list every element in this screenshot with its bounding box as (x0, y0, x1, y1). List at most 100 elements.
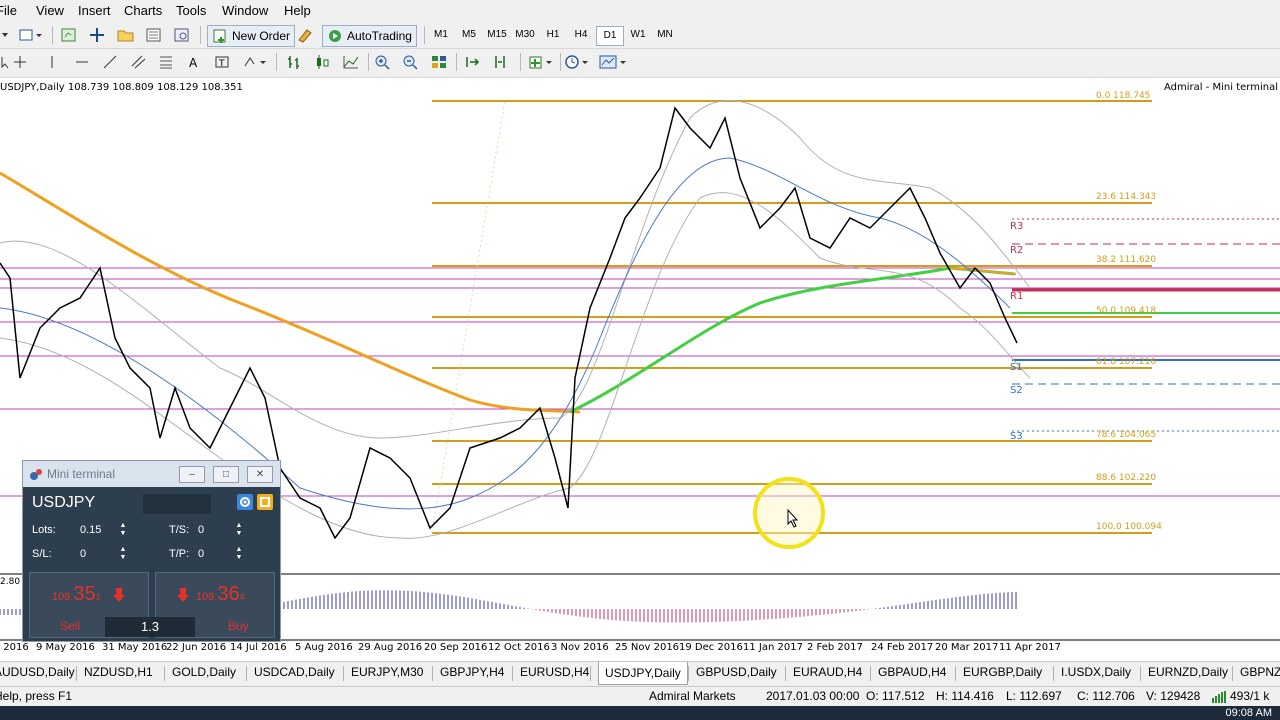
bar-chart-icon[interactable] (286, 52, 304, 72)
new-order-button[interactable]: New Order (207, 25, 296, 47)
timeframe-d1[interactable]: D1 (596, 26, 624, 46)
mini-terminal-app-icon (30, 469, 42, 480)
chart-tab[interactable]: AUDUSD,Daily (0, 665, 75, 679)
profiles-icon[interactable] (18, 25, 44, 45)
timeframe-m15[interactable]: M15 (484, 26, 510, 44)
timeframe-h4[interactable]: H4 (568, 26, 594, 44)
chart-tab[interactable]: EURAUD,H4 (793, 665, 862, 679)
trendline-icon[interactable] (102, 52, 118, 72)
crosshair-move-icon[interactable] (88, 25, 106, 45)
date-label: 19 Dec 2016 (679, 642, 743, 653)
sl-stepper-icon[interactable]: ▲ ▼ (119, 546, 127, 562)
chart-tab[interactable]: EURGBP,Daily (963, 665, 1042, 679)
strategy-tester-icon[interactable] (173, 25, 191, 45)
menu-charts[interactable]: Charts (124, 3, 162, 18)
channel-icon[interactable] (130, 52, 146, 72)
navigator-icon[interactable] (145, 25, 163, 45)
ts-input[interactable]: 0 (195, 522, 236, 538)
line-chart-icon[interactable] (342, 52, 360, 72)
tp-input[interactable]: 0 (195, 546, 236, 562)
timeframe-m5[interactable]: M5 (456, 26, 482, 44)
candlestick-icon[interactable] (314, 52, 332, 72)
date-label: 11 Jan 2017 (743, 642, 803, 653)
zoom-in-icon[interactable] (374, 52, 392, 72)
menu-help[interactable]: Help (284, 3, 311, 18)
chart-tab[interactable]: EURNZD,Daily (1148, 665, 1228, 679)
autotrading-button[interactable]: AutoTrading (322, 25, 417, 47)
chart-tab[interactable]: USDCAD,Daily (254, 665, 335, 679)
text-label-icon[interactable]: T (214, 52, 230, 72)
fib-label-23: 23.6 114.343 (1096, 192, 1157, 202)
auto-scroll-icon[interactable] (464, 52, 482, 72)
timeframe-m30[interactable]: M30 (512, 26, 538, 44)
chart-shift-icon[interactable] (492, 52, 510, 72)
chart-tab[interactable]: EURUSD,H4 (520, 665, 589, 679)
fibonacci-icon[interactable] (158, 52, 174, 72)
lots-stepper-icon[interactable]: ▲ ▼ (119, 522, 127, 538)
moving-average-orange (0, 171, 581, 414)
date-label: 31 May 2016 (102, 642, 168, 653)
arrow-icon[interactable] (0, 25, 10, 45)
menu-insert[interactable]: Insert (78, 3, 111, 18)
lots-label: Lots: (32, 524, 56, 536)
date-label: 20 Sep 2016 (424, 642, 488, 653)
chart-tab[interactable]: NZDUSD,H1 (84, 665, 153, 679)
maximize-button[interactable]: □ (213, 466, 239, 483)
timeframe-mn[interactable]: MN (652, 26, 678, 44)
lots-input[interactable]: 0.15 (77, 522, 118, 538)
tile-windows-icon[interactable] (430, 52, 448, 72)
moving-average-orange-tail (949, 267, 1017, 275)
fib-label-88: 88.6 102.220 (1096, 473, 1157, 483)
shapes-dropdown-icon[interactable] (242, 52, 268, 72)
zoom-out-icon[interactable] (402, 52, 420, 72)
date-label: 3 Nov 2016 (551, 642, 609, 653)
volume-input[interactable]: 1.3 (105, 617, 195, 637)
status-close: C: 112.706 (1077, 689, 1135, 703)
menu-tools[interactable]: Tools (176, 3, 206, 18)
new-chart-icon[interactable] (60, 25, 78, 45)
vertical-line-icon[interactable] (44, 52, 60, 72)
chart-tab[interactable]: GBPAUD,H4 (878, 665, 946, 679)
templates-dropdown-icon[interactable] (598, 52, 628, 72)
menu-file[interactable]: File (0, 3, 17, 18)
settings-gear-icon[interactable] (237, 494, 253, 510)
timeframe-w1[interactable]: W1 (625, 26, 651, 44)
metaeditor-icon[interactable] (296, 25, 314, 45)
horizontal-line-icon[interactable] (74, 52, 90, 72)
ts-stepper-icon[interactable]: ▲ ▼ (235, 522, 243, 538)
menu-window[interactable]: Window (222, 3, 268, 18)
menu-view[interactable]: View (36, 3, 64, 18)
fib-label-50: 50.0 109.418 (1096, 306, 1157, 316)
cursor-icon[interactable] (0, 52, 10, 72)
fib-label-0: 0.0 118.745 (1096, 91, 1151, 101)
crosshair-icon[interactable] (12, 52, 28, 72)
expand-icon[interactable] (257, 494, 273, 510)
chart-tab[interactable]: GBPUSD,Daily (696, 665, 777, 679)
date-label: 9 May 2016 (36, 642, 95, 653)
chart-tab[interactable]: I.USDX,Daily (1061, 665, 1131, 679)
timeframe-m1[interactable]: M1 (428, 26, 454, 44)
indicators-dropdown-icon[interactable] (528, 52, 556, 72)
close-button[interactable]: ✕ (247, 466, 273, 483)
mini-terminal-titlebar[interactable]: Mini terminal – □ ✕ (23, 461, 280, 487)
taskbar: 09:08 AM (0, 706, 1280, 720)
tp-stepper-icon[interactable]: ▲ ▼ (235, 546, 243, 562)
chart-tab[interactable]: GBPJPY,H4 (440, 665, 504, 679)
minimize-button[interactable]: – (179, 466, 205, 483)
periods-dropdown-icon[interactable] (564, 52, 592, 72)
tp-label: T/P: (169, 548, 190, 560)
symbol-selector[interactable] (143, 494, 211, 514)
fib-label-61: 61.8 107.216 (1096, 357, 1157, 367)
text-icon[interactable]: A (186, 52, 202, 72)
chart-tab[interactable]: USDJPY,Daily (598, 662, 688, 685)
favorites-icon[interactable] (116, 25, 136, 45)
chart-tab[interactable]: GBPNZ (1240, 665, 1280, 679)
mini-terminal-window: Mini terminal – □ ✕ USDJPY Lots: 0.15 ▲ ▼… (22, 460, 281, 642)
chart-tab[interactable]: GOLD,Daily (172, 665, 236, 679)
sl-input[interactable]: 0 (77, 546, 118, 562)
new-order-label: New Order (232, 29, 291, 43)
pivot-s3-label: S3 (1010, 431, 1023, 442)
timeframe-h1[interactable]: H1 (540, 26, 566, 44)
chart-tab[interactable]: EURJPY,M30 (351, 665, 423, 679)
ts-label: T/S: (169, 524, 190, 536)
